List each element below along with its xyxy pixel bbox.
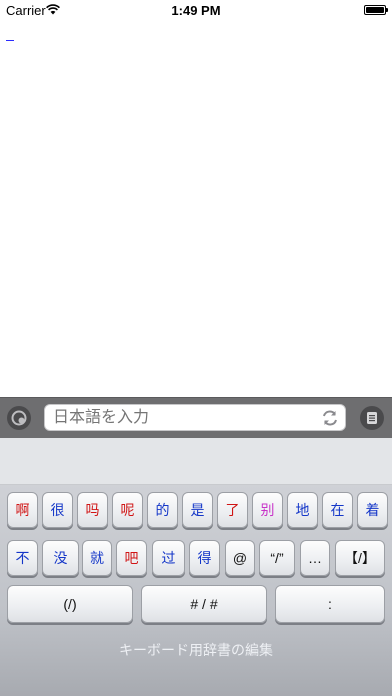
key-de[interactable]: 的: [147, 492, 178, 528]
globe-switch-button[interactable]: [7, 406, 31, 430]
key-mei[interactable]: 没: [42, 540, 79, 576]
key-hen[interactable]: 很: [42, 492, 73, 528]
key-zhe[interactable]: 着: [357, 492, 388, 528]
text-cursor: [6, 40, 14, 41]
key-zai[interactable]: 在: [322, 492, 353, 528]
key-colon[interactable]: :: [275, 585, 385, 623]
key-ma[interactable]: 吗: [77, 492, 108, 528]
candidate-area: [0, 438, 392, 485]
key-at[interactable]: @: [225, 540, 255, 576]
keyboard-row-1: 啊 很 吗 呢 的 是 了 别 地 在 着: [0, 492, 392, 532]
key-parentheses[interactable]: (/): [7, 585, 133, 623]
keyboard-dictionary-edit-link[interactable]: キーボード用辞書の編集: [0, 640, 392, 660]
key-le[interactable]: 了: [217, 492, 248, 528]
keyboard-row-2: 不 没 就 吧 过 得 @ “/” … 【/】: [0, 540, 392, 580]
notes-icon: [367, 412, 377, 424]
keyboard-row-3: (/) # / # :: [0, 585, 392, 627]
battery-icon: [364, 5, 388, 15]
key-a[interactable]: 啊: [7, 492, 38, 528]
key-hash-pair[interactable]: # / #: [141, 585, 267, 623]
key-jiu[interactable]: 就: [82, 540, 112, 576]
key-di[interactable]: 地: [287, 492, 318, 528]
key-bie[interactable]: 别: [252, 492, 283, 528]
key-shi[interactable]: 是: [182, 492, 213, 528]
search-input[interactable]: [44, 404, 346, 431]
status-bar: Carrier 1:49 PM: [0, 0, 392, 20]
switch-keyboard-icon: [11, 410, 27, 426]
key-brackets[interactable]: 【/】: [335, 540, 385, 576]
key-dei[interactable]: 得: [189, 540, 220, 576]
key-guo[interactable]: 过: [152, 540, 185, 576]
key-ne[interactable]: 呢: [112, 492, 143, 528]
key-quotes[interactable]: “/”: [259, 540, 295, 576]
keyboard: 啊 很 吗 呢 的 是 了 别 地 在 着 不 没 就 吧 过 得 @ “/” …: [0, 485, 392, 696]
input-bar: [0, 397, 392, 438]
refresh-icon[interactable]: [320, 408, 340, 428]
key-bu[interactable]: 不: [7, 540, 38, 576]
notes-menu-button[interactable]: [360, 406, 384, 430]
key-ellipsis[interactable]: …: [300, 540, 330, 576]
key-ba[interactable]: 吧: [116, 540, 147, 576]
status-time: 1:49 PM: [171, 3, 221, 18]
